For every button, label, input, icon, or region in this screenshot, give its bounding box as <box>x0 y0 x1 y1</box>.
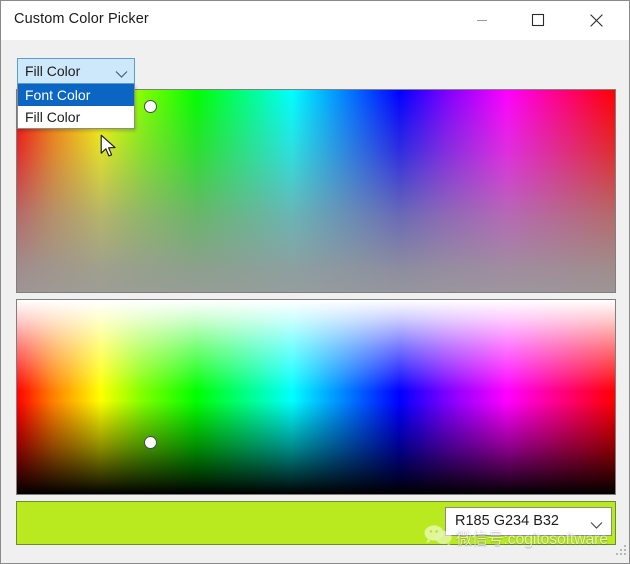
rgb-value-text: R185 G234 B32 <box>455 513 559 529</box>
maximize-button[interactable] <box>515 1 561 39</box>
minimize-icon <box>459 14 505 26</box>
color-mode-combobox[interactable]: Fill Color <box>17 58 135 84</box>
chevron-down-icon <box>590 517 603 535</box>
lightness-marker[interactable] <box>144 435 158 449</box>
color-mode-selected-value: Fill Color <box>25 63 81 79</box>
minimize-button[interactable] <box>459 1 505 39</box>
dropdown-option-fill-color[interactable]: Fill Color <box>18 106 134 128</box>
close-button[interactable] <box>573 1 619 39</box>
chevron-down-icon <box>115 66 128 84</box>
maximize-icon <box>515 13 561 27</box>
rgb-value-combobox[interactable]: R185 G234 B32 <box>445 507 612 536</box>
window-title: Custom Color Picker <box>14 11 149 27</box>
title-bar[interactable]: Custom Color Picker <box>1 1 629 41</box>
resize-grip-icon[interactable] <box>614 543 628 562</box>
dropdown-option-font-color[interactable]: Font Color <box>18 84 134 106</box>
close-icon <box>573 13 619 28</box>
app-window: Custom Color Picker R185 G234 B32 微信号:co… <box>0 0 630 564</box>
client-area: R185 G234 B32 微信号:cogitosoftware Fill Co… <box>1 40 629 563</box>
lightness-overlay-layer <box>17 300 615 494</box>
lightness-gradient-panel[interactable] <box>16 299 616 495</box>
color-mode-dropdown-list[interactable]: Font Color Fill Color <box>17 84 135 129</box>
